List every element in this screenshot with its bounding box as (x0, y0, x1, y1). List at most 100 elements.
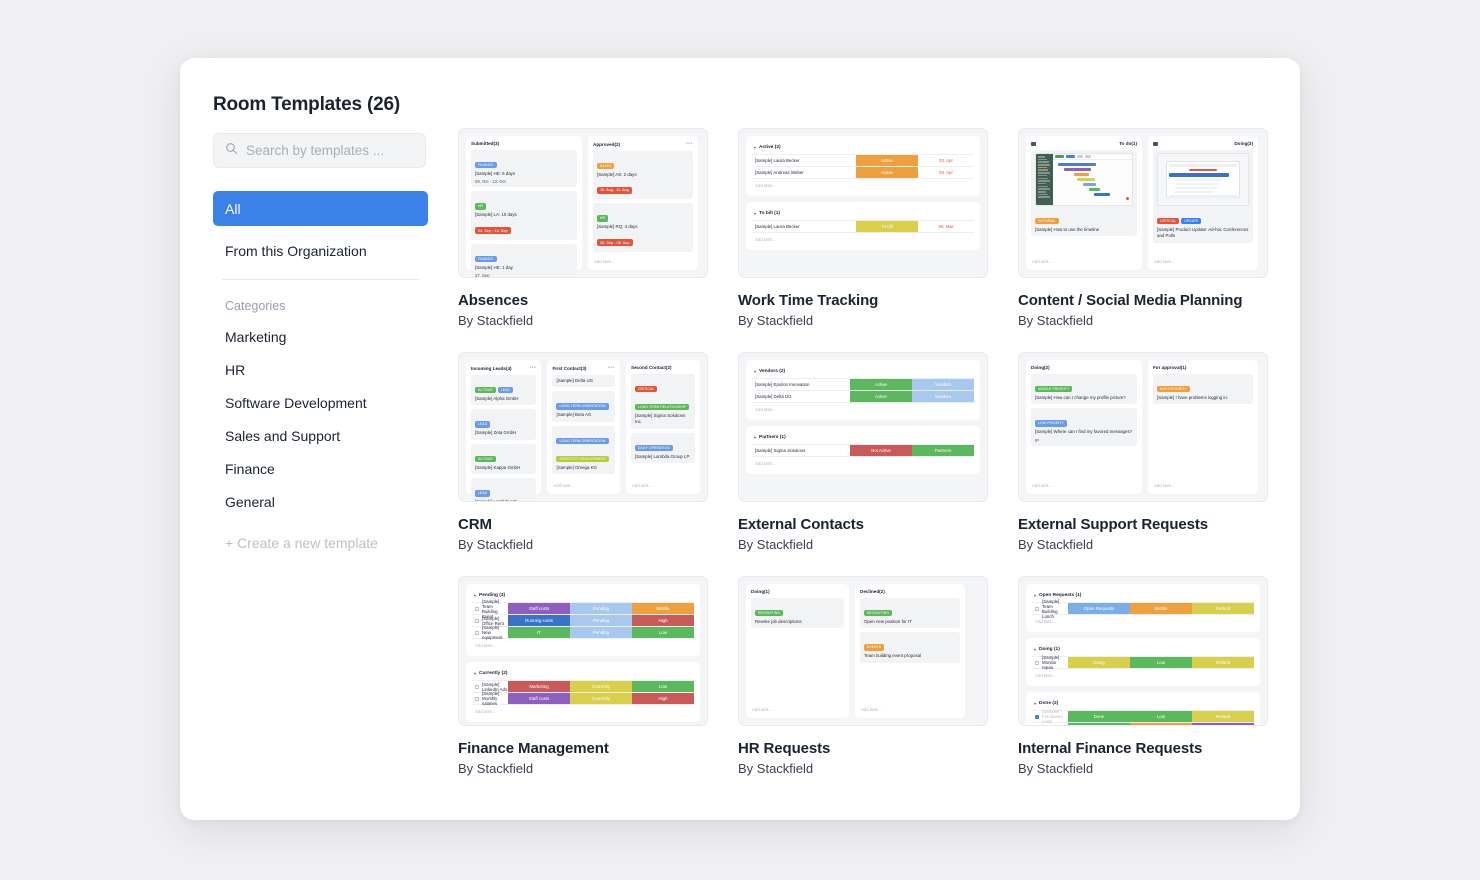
kanban-card[interactable]: TUTORIAL [Sample] How to use the timeline (1031, 150, 1137, 237)
create-new-template-button[interactable]: + Create a new template (213, 535, 428, 551)
table-row[interactable]: [Sample] Epsilon Innovation Active Vendors (752, 378, 974, 390)
kanban-column-header: Approved(2) ••• (593, 141, 693, 147)
kanban-card[interactable]: MIDDLE PRIORITY [Sample] How can I change… (1031, 374, 1137, 405)
add-task-button[interactable]: Add task... (752, 232, 974, 246)
label-chip: EVENTS (864, 644, 885, 651)
template-card[interactable]: ▾ Open Requests (1) [Sample] Team Building… (1018, 576, 1268, 776)
search-box[interactable] (213, 133, 426, 168)
kanban-card[interactable]: IN-TOUR [Sample] Kappa GmbH (471, 443, 537, 475)
column-menu-icon[interactable]: ••• (608, 365, 615, 371)
template-card[interactable]: Doing(2) MIDDLE PRIORITY [Sample] How can … (1018, 352, 1268, 552)
kanban-card[interactable]: LEAD [Sample] Lambda AG (471, 478, 537, 502)
kanban-card[interactable]: SALES [Sample] AS: 2 days 10. Aug - 11. Au… (593, 151, 693, 200)
kanban-card[interactable]: HR [Sample] LA: 10 days 04. Sep - 14. Sep (471, 191, 577, 240)
column-menu-icon[interactable]: ••• (686, 141, 693, 147)
kanban-card[interactable]: FINANCE [Sample] HE: 1 day 27. Sep (471, 243, 577, 277)
caret-down-icon[interactable]: ▾ (754, 369, 756, 374)
list-section: ▾ Partners (1) [Sample] Sigma Solutions Not… (746, 426, 980, 474)
add-task-button[interactable]: Add task... (1031, 256, 1137, 267)
row-checkbox[interactable] (475, 606, 479, 611)
table-row[interactable]: [Sample] Laura Becker To bill 06. Mar (752, 220, 974, 232)
table-row[interactable]: [Sample] Monitor repair Doing Low Refund (1032, 655, 1254, 670)
search-input[interactable] (246, 143, 414, 158)
add-task-button[interactable]: Add task... (472, 704, 694, 718)
add-task-button[interactable]: Add task... (1153, 256, 1253, 267)
kanban-card[interactable]: CRITICAL LONG-TERM RELATIONSHIP [Sample] S… (631, 374, 695, 429)
add-task-button[interactable]: Add task... (472, 638, 694, 652)
template-card[interactable]: ▾ Active (2) [Sample] Laura Becker Active 03… (738, 128, 988, 328)
add-task-button[interactable]: Add task... (552, 480, 615, 491)
row-checkbox[interactable] (1035, 606, 1039, 611)
table-row[interactable]: [Sample] Delta UG Active Vendors (752, 390, 974, 402)
kanban-card[interactable]: LEAD [Sample] Zeta GmbH (471, 409, 537, 440)
add-task-button[interactable]: Add task... (752, 178, 974, 192)
row-checkbox[interactable] (475, 630, 479, 635)
table-row[interactable]: [Sample] Team Building Lunch Open Request… (1032, 599, 1254, 619)
kanban-card[interactable]: HR [Sample] RQ: 4 days 05. Sep - 08. Sep (593, 203, 693, 252)
sidebar-item-marketing[interactable]: Marketing (213, 320, 428, 353)
kanban-card[interactable]: LONG-TERM ORIENTATION STRATEGY DEVELOPMEN… (552, 425, 615, 475)
template-card[interactable]: ▾ Pending (3) [Sample] Team Building Event… (458, 576, 708, 776)
kanban-card[interactable]: RECRUITING Rewrite job descriptions (751, 598, 844, 629)
kanban-card[interactable]: HIGH PRIORITY [Sample] I have problems lo… (1153, 374, 1253, 405)
template-card[interactable]: To do(1) TUTORIAL [Sample] How to use the … (1018, 128, 1268, 328)
row-checkbox[interactable] (475, 618, 479, 623)
add-task-button[interactable]: Add task... (752, 456, 974, 470)
row-checkbox[interactable] (1035, 660, 1039, 665)
add-task-button[interactable]: Add task... (631, 480, 695, 491)
caret-down-icon[interactable]: ▾ (754, 435, 756, 440)
sidebar-item-sales-and-support[interactable]: Sales and Support (213, 419, 428, 452)
sidebar-item-software-development[interactable]: Software Development (213, 386, 428, 419)
sidebar-item-from-this-organization[interactable]: From this Organization (213, 233, 428, 268)
sidebar-item-hr[interactable]: HR (213, 353, 428, 386)
caret-down-icon[interactable]: ▾ (474, 593, 476, 598)
kanban-card[interactable]: IN-TOUR LEAD [Sample] Alpha GmbH (471, 375, 537, 406)
caret-down-icon[interactable]: ▾ (1034, 701, 1036, 706)
caret-down-icon[interactable]: ▾ (1034, 593, 1036, 598)
template-card[interactable]: Incoming Leads(4) ••• IN-TOUR LEAD [Sample] … (458, 352, 708, 552)
add-task-button[interactable]: Add task... (1031, 480, 1137, 491)
label-chip: HR (475, 203, 487, 210)
caret-down-icon[interactable]: ▾ (754, 211, 756, 216)
kanban-card[interactable]: FINANCE [Sample] HE: 5 days 09. Oct - 13. … (471, 150, 577, 188)
table-row[interactable]: [Sample] Fan based costs Done Low Refund (1032, 709, 1254, 724)
template-card[interactable]: ▾ Vendors (2) [Sample] Epsilon Innovation A… (738, 352, 988, 552)
add-task-button[interactable]: Add task... (1153, 480, 1253, 491)
table-row[interactable]: [Sample] New tablet DoneMiddleWork (1032, 722, 1254, 725)
row-cell: Refund (1192, 657, 1254, 668)
sidebar-item-general[interactable]: General (213, 485, 428, 518)
template-card[interactable]: Submitted(3) FINANCE [Sample] HE: 5 days 09… (458, 128, 708, 328)
sidebar-item-all[interactable]: All (213, 191, 428, 226)
sidebar-item-finance[interactable]: Finance (213, 452, 428, 485)
row-checkbox[interactable] (1035, 714, 1039, 719)
caret-down-icon[interactable]: ▾ (1034, 647, 1036, 652)
add-task-button[interactable]: Add task... (860, 704, 960, 715)
kanban-card[interactable]: LOW PRIORITY [Sample] Where can I find my… (1031, 408, 1137, 446)
table-row[interactable]: [Sample] Team Building Event Staff costs P… (472, 599, 694, 619)
table-row[interactable]: [Sample] Andreas Weber Active 03. Apr (752, 166, 974, 178)
caret-down-icon[interactable]: ▾ (474, 671, 476, 676)
row-checkbox[interactable] (475, 696, 479, 701)
table-row[interactable]: [Sample] New equipment IT Pending Low (472, 625, 694, 640)
caret-down-icon[interactable]: ▾ (754, 145, 756, 150)
kanban-card[interactable]: CRITICAL UPDATE [Sample] Product Update: A… (1153, 150, 1253, 243)
template-author: By Stackfield (458, 761, 534, 776)
add-task-button[interactable]: Add task... (593, 256, 693, 267)
kanban-column-header: First Contact(3) ••• (552, 365, 615, 371)
kanban-card[interactable]: DAILY OPERATION [Sample] Lambda Group LP (631, 432, 695, 464)
template-card[interactable]: Doing(1) RECRUITING Rewrite job descriptio… (738, 576, 988, 776)
add-task-button[interactable]: Add task... (752, 402, 974, 416)
table-row[interactable]: [Sample] Monthly salaries Staff costs Curr… (472, 691, 694, 706)
kanban-card[interactable]: [Sample] Delta UG (552, 375, 615, 388)
kanban-card[interactable]: EVENTS Team building event proposal (860, 632, 960, 663)
add-task-button[interactable]: Add task... (1032, 668, 1254, 682)
kanban-card[interactable]: RECRUITING Open new position for IT (860, 598, 960, 629)
kanban-card-title: [Sample] Lambda AG (475, 499, 517, 502)
kanban-card[interactable]: LONG-TERM ORIENTATION [Sample] Beta AG (552, 391, 615, 422)
column-menu-icon[interactable]: ••• (529, 365, 536, 371)
table-row[interactable]: [Sample] Sigma Solutions Not Active Partne… (752, 444, 974, 456)
add-task-button[interactable]: Add task... (751, 704, 844, 715)
row-checkbox[interactable] (475, 684, 479, 689)
kanban-column-header: Doing(1) (751, 589, 844, 594)
table-row[interactable]: [Sample] Laura Becker Active 03. Apr (752, 154, 974, 166)
